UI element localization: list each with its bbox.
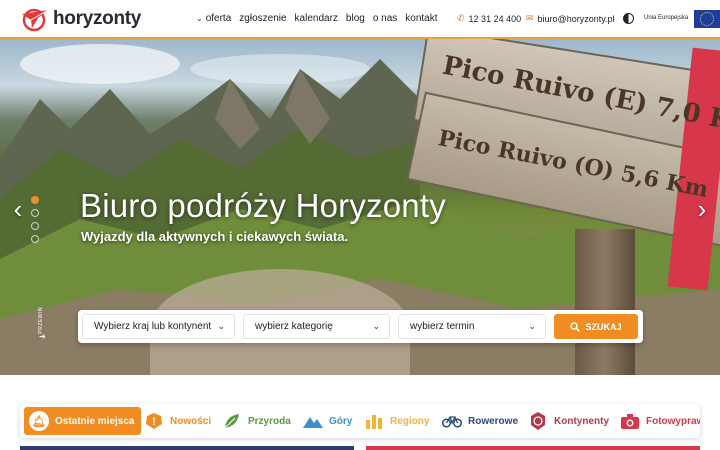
bicycle-icon [442, 411, 462, 431]
signpost [575, 229, 635, 375]
category-kontynenty[interactable]: Kontynenty [528, 407, 609, 435]
category-regiony[interactable]: Regiony [364, 407, 429, 435]
nav-label: zgłoszenie [239, 13, 287, 24]
phone-link[interactable]: ✆ 12 31 24 400 [457, 13, 521, 24]
date-select[interactable]: wybierz termin ⌄ [398, 314, 546, 339]
category-fotowyprawy[interactable]: Fotowyprawy [620, 407, 700, 435]
slider-dot[interactable] [31, 235, 39, 243]
date-select-value: wybierz termin [410, 321, 475, 332]
hero-slider: Pico Ruivo (E) 7,0 Km Pico Ruivo (O) 5,6… [0, 39, 720, 375]
chart-icon [364, 411, 384, 431]
nav-item-kontakt[interactable]: kontakt [405, 13, 437, 24]
category-nowosci[interactable]: ! Nowości [144, 407, 211, 435]
nav-label: kontakt [405, 13, 438, 24]
eu-label: Unia Europejska [644, 15, 689, 21]
contrast-toggle-icon[interactable] [623, 13, 634, 24]
nav-item-o-nas[interactable]: o nas [373, 13, 397, 24]
scroll-label[interactable]: PRZEWIŃ [38, 307, 44, 334]
category-label: Nowości [170, 415, 212, 427]
nav-label: kalendarz [294, 13, 338, 24]
nav-label: blog [345, 13, 365, 24]
nav-item-blog[interactable]: blog [346, 13, 365, 24]
globe-icon [528, 411, 548, 431]
category-label: Góry [329, 415, 353, 427]
nav-label: oferta [205, 13, 232, 24]
logo-text: horyzonty [53, 8, 142, 29]
country-select[interactable]: Wybierz kraj lub kontynent ⌄ [82, 314, 235, 339]
nav-item-zgloszenie[interactable]: zgłoszenie [239, 13, 286, 24]
slider-dots [31, 196, 39, 243]
scroll-down-icon[interactable]: ➜ [39, 332, 46, 341]
search-button[interactable]: SZUKAJ [554, 314, 638, 339]
site-header: horyzonty ⌄ oferta zgłoszenie kalendarz … [0, 0, 720, 39]
category-gory[interactable]: Góry [303, 407, 352, 435]
slider-dot[interactable] [31, 196, 39, 204]
chevron-down-icon: ⌄ [196, 14, 203, 23]
hero-title: Biuro podróży Horyzonty [80, 187, 446, 224]
camera-icon [620, 411, 640, 431]
logo-icon [22, 8, 49, 32]
category-select-value: wybierz kategorię [255, 321, 333, 332]
hero-subtitle: Wyjazdy dla aktywnych i ciekawych świata… [81, 229, 349, 244]
category-label: Ostatnie miejsca [55, 415, 135, 427]
phone-number: 12 31 24 400 [468, 13, 522, 24]
chevron-down-icon: ⌄ [528, 321, 536, 331]
nav-label: o nas [372, 13, 398, 24]
logo[interactable]: horyzonty [20, 6, 141, 32]
phone-icon: ✆ [457, 13, 465, 23]
category-rowerowe[interactable]: Rowerowe [442, 407, 518, 435]
chevron-down-icon: ⌄ [217, 321, 225, 331]
slider-dot[interactable] [31, 209, 39, 217]
category-bar: 🔔︎ Ostatnie miejsca ! Nowości Przyroda G… [20, 404, 700, 438]
category-label: Kontynenty [554, 415, 609, 427]
email-link[interactable]: ✉ biuro@horyzonty.pl [526, 13, 615, 24]
category-label: Rowerowe [468, 415, 519, 427]
category-select[interactable]: wybierz kategorię ⌄ [243, 314, 390, 339]
category-przyroda[interactable]: Przyroda [222, 407, 291, 435]
nav-item-oferta[interactable]: ⌄ oferta [196, 13, 231, 24]
svg-text:!: ! [152, 416, 156, 428]
country-select-value: Wybierz kraj lub kontynent [94, 321, 212, 332]
leaf-icon [222, 411, 242, 431]
promo-card-edge [20, 446, 354, 450]
email-address: biuro@horyzonty.pl [537, 13, 615, 24]
eu-flag-icon [694, 10, 720, 28]
search-button-label: SZUKAJ [585, 321, 622, 332]
nav-item-kalendarz[interactable]: kalendarz [295, 13, 338, 24]
envelope-icon: ✉ [526, 13, 534, 23]
search-icon [570, 321, 581, 332]
main-nav: ⌄ oferta zgłoszenie kalendarz blog o nas… [196, 13, 438, 24]
exclamation-icon: ! [144, 411, 164, 431]
mountain-icon [303, 411, 323, 431]
bell-icon: 🔔︎ [29, 411, 49, 431]
category-ostatnie-miejsca[interactable]: 🔔︎ Ostatnie miejsca [24, 407, 142, 435]
category-label: Regiony [390, 415, 430, 427]
promo-card-edge [366, 446, 700, 450]
category-label: Przyroda [248, 415, 291, 427]
search-bar: Wybierz kraj lub kontynent ⌄ wybierz kat… [78, 310, 643, 343]
slider-dot[interactable] [31, 222, 39, 230]
chevron-down-icon: ⌄ [372, 321, 380, 331]
category-label: Fotowyprawy [646, 415, 700, 427]
slider-prev-arrow-icon[interactable]: ‹ [8, 194, 28, 224]
slider-next-arrow-icon[interactable]: › [692, 194, 712, 224]
